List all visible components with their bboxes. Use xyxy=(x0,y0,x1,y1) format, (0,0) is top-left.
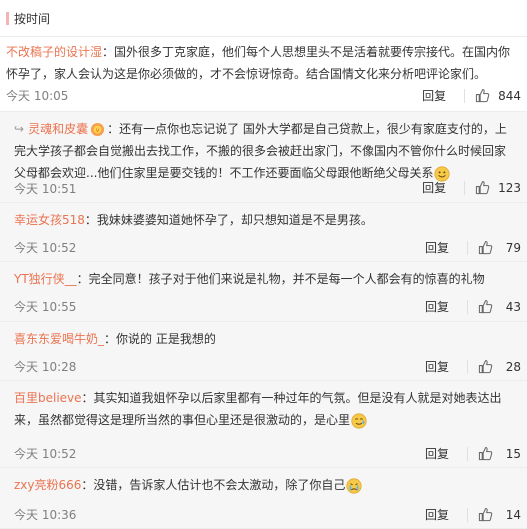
like-count: 14 xyxy=(505,507,521,522)
member-badge-icon: v xyxy=(91,122,105,137)
reply-button[interactable]: 回复 xyxy=(425,239,449,256)
reply-button[interactable]: 回复 xyxy=(422,87,446,104)
thumbs-up-icon xyxy=(478,299,493,314)
reply-username[interactable]: 幸运女孩518 xyxy=(14,213,85,227)
reply-text: ：完全同意！孩子对于他们来说是礼物，并不是每一个人都会有的惊喜的礼物 xyxy=(76,272,485,286)
reply-button[interactable]: 回复 xyxy=(425,358,449,375)
like-count: 28 xyxy=(505,359,521,374)
comment-username[interactable]: 不改稿子的设计湿 xyxy=(6,45,102,59)
reply-body: YT独行侠__：完全同意！孩子对于他们来说是礼物，并不是每一个人都会有的惊喜的礼… xyxy=(14,268,517,290)
like-button[interactable]: 43 xyxy=(478,299,521,314)
action-divider xyxy=(464,88,466,103)
reply-actions: 回复 43 xyxy=(425,298,521,315)
reply-actions: 回复 79 xyxy=(425,239,521,256)
thumbs-up-icon xyxy=(478,359,493,374)
reply-actions: 回复 15 xyxy=(425,445,521,462)
reply-button[interactable]: 回复 xyxy=(422,179,446,196)
reply-arrow-icon: ↪ xyxy=(14,122,25,136)
action-divider xyxy=(467,299,468,314)
svg-text:v: v xyxy=(96,126,100,134)
sort-by-time-button[interactable]: 按时间 xyxy=(14,10,50,27)
reply-body: 幸运女孩518：我妹妹婆婆知道她怀孕了，却只想知道是不是男孩。 xyxy=(14,209,517,231)
thumbs-up-icon xyxy=(475,88,490,103)
action-divider xyxy=(467,507,468,522)
reply-username[interactable]: zxy亮粉666 xyxy=(14,478,81,492)
reply-username[interactable]: 喜东东爱喝牛奶_ xyxy=(14,332,104,346)
reply-username[interactable]: YT独行侠__ xyxy=(14,272,77,286)
main-comment: 不改稿子的设计湿：国外很多丁克家庭，他们每个人思想里头不是活着就要传宗接代。在国… xyxy=(0,37,527,112)
reply-button[interactable]: 回复 xyxy=(425,298,449,315)
reply-item: 幸运女孩518：我妹妹婆婆知道她怀孕了，却只想知道是不是男孩。 今天 10:52… xyxy=(0,203,527,262)
reply-body: 喜东东爱喝牛奶_：你说的 正是我想的 xyxy=(14,328,517,350)
reply-body: 百里believe：其实知道我姐怀孕以后家里都有一种过年的气氛。但是没有人就是对… xyxy=(14,387,517,431)
reply-time: 今天 10:52 xyxy=(14,447,77,461)
reply-text: ：没错，告诉家人估计也不会太激动，除了你自己 xyxy=(81,478,346,492)
reply-text: ：我妹妹婆婆知道她怀孕了，却只想知道是不是男孩。 xyxy=(84,213,373,227)
reply-text: ：你说的 正是我想的 xyxy=(104,332,216,346)
like-count: 123 xyxy=(498,180,521,195)
reply-item: 百里believe：其实知道我姐怀孕以后家里都有一种过年的气氛。但是没有人就是对… xyxy=(0,381,527,468)
like-button[interactable]: 15 xyxy=(478,446,521,461)
reply-username[interactable]: 灵魂和皮囊 xyxy=(28,122,88,136)
thumbs-up-icon xyxy=(478,507,493,522)
thumbs-up-icon xyxy=(478,240,493,255)
reply-time: 今天 10:36 xyxy=(14,508,77,522)
tearful-emoji-icon xyxy=(351,412,367,429)
reply-item: zxy亮粉666：没错，告诉家人估计也不会太激动，除了你自己 今天 10:36 … xyxy=(0,468,527,529)
reply-actions: 回复 28 xyxy=(425,358,521,375)
sort-bar: 按时间 xyxy=(0,0,527,37)
like-count: 844 xyxy=(498,88,521,103)
action-divider xyxy=(467,359,468,374)
reply-body: ↪ 灵魂和皮囊 v ：还有一点你也忘记说了 国外大学都是自己贷款上，很少有家庭支付的，… xyxy=(14,118,517,184)
comment-time: 今天 10:05 xyxy=(6,89,69,103)
thumbs-up-icon xyxy=(478,446,493,461)
action-divider xyxy=(467,240,468,255)
action-divider xyxy=(467,446,468,461)
reply-item: 喜东东爱喝牛奶_：你说的 正是我想的 今天 10:28 回复 28 xyxy=(0,322,527,381)
reply-text: ：其实知道我姐怀孕以后家里都有一种过年的气氛。但是没有人就是对她表达出来，虽然都… xyxy=(14,391,502,427)
action-divider xyxy=(464,180,466,195)
reply-username[interactable]: 百里believe xyxy=(14,391,82,405)
reply-item: YT独行侠__：完全同意！孩子对于他们来说是礼物，并不是每一个人都会有的惊喜的礼… xyxy=(0,262,527,322)
like-count: 15 xyxy=(505,446,521,461)
like-count: 43 xyxy=(505,299,521,314)
reply-time: 今天 10:28 xyxy=(14,360,77,374)
reply-time: 今天 10:55 xyxy=(14,300,77,314)
like-button[interactable]: 79 xyxy=(478,240,521,255)
crying-emoji-icon xyxy=(346,477,363,494)
like-button[interactable]: 28 xyxy=(478,359,521,374)
like-button[interactable]: 123 xyxy=(475,180,521,195)
like-button[interactable]: 14 xyxy=(478,507,521,522)
reply-button[interactable]: 回复 xyxy=(425,506,449,523)
like-button[interactable]: 844 xyxy=(475,88,521,103)
like-count: 79 xyxy=(505,240,521,255)
reply-body: zxy亮粉666：没错，告诉家人估计也不会太激动，除了你自己 xyxy=(14,474,517,496)
comment-body: 不改稿子的设计湿：国外很多丁克家庭，他们每个人思想里头不是活着就要传宗接代。在国… xyxy=(6,41,517,85)
comment-actions: 回复 844 xyxy=(422,87,521,104)
thumbs-up-icon xyxy=(475,180,490,195)
reply-button[interactable]: 回复 xyxy=(425,445,449,462)
reply-time: 今天 10:52 xyxy=(14,241,77,255)
reply-item: ↪ 灵魂和皮囊 v ：还有一点你也忘记说了 国外大学都是自己贷款上，很少有家庭支付的，… xyxy=(0,112,527,203)
reply-actions: 回复 14 xyxy=(425,506,521,523)
reply-actions: 回复 123 xyxy=(422,179,521,196)
reply-time: 今天 10:51 xyxy=(14,182,77,196)
sort-marker xyxy=(6,12,9,25)
